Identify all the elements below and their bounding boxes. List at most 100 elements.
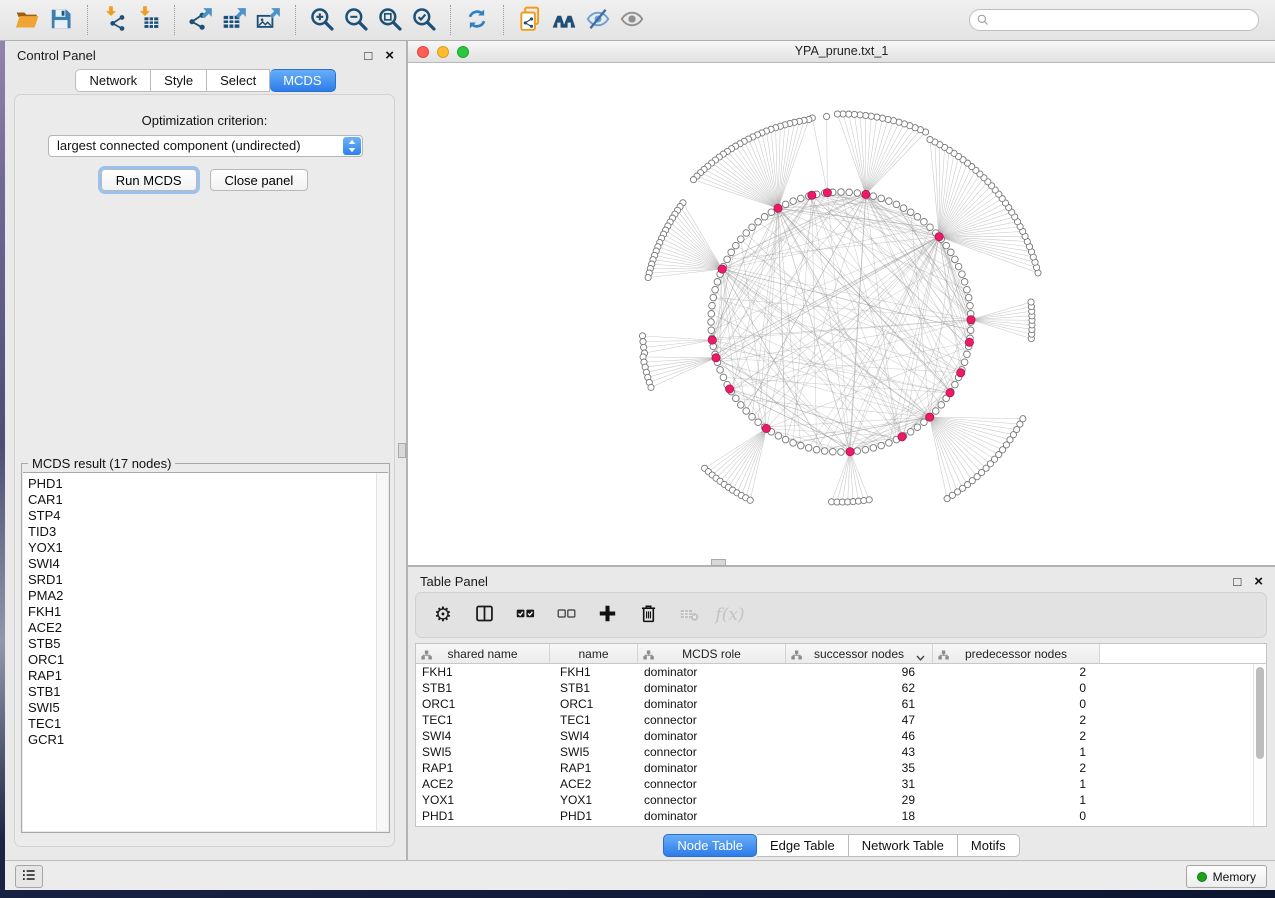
table-row[interactable]: RAP1RAP1dominator352 (416, 760, 1266, 776)
table-row[interactable]: ACE2ACE2connector311 (416, 776, 1266, 792)
table-tabs: Node TableEdge TableNetwork TableMotifs (408, 834, 1275, 857)
search-network-icon (551, 6, 577, 35)
tab-mcds[interactable]: MCDS (270, 69, 335, 92)
mcds-result-item[interactable]: ACE2 (23, 620, 388, 636)
table-settings-button[interactable]: ⚙ (432, 604, 454, 626)
task-history-button[interactable] (15, 865, 43, 888)
show-columns-icon (474, 603, 495, 627)
table-cell: 1 (933, 792, 1100, 808)
table-scrollbar[interactable] (1253, 664, 1266, 826)
column-header-successor-nodes[interactable]: successor nodes (786, 644, 933, 663)
export-network-button[interactable] (184, 3, 218, 37)
table-cell: SWI5 (416, 744, 550, 760)
criterion-select[interactable]: largest connected component (undirected) (48, 135, 363, 157)
tab-motifs[interactable]: Motifs (958, 834, 1020, 857)
tab-style[interactable]: Style (151, 69, 207, 92)
column-header-name[interactable]: name (550, 644, 638, 663)
close-panel-icon[interactable]: × (385, 48, 394, 63)
table-cell: 1 (933, 744, 1100, 760)
network-window-titlebar[interactable]: YPA_prune.txt_1 (408, 41, 1275, 63)
table-row[interactable]: SWI4SWI4dominator462 (416, 728, 1266, 744)
mcds-result-item[interactable]: SRD1 (23, 572, 388, 588)
add-row-button[interactable] (596, 604, 618, 626)
float-table-panel-icon[interactable]: □ (1233, 575, 1241, 588)
float-panel-icon[interactable]: □ (364, 49, 372, 62)
network-window-title: YPA_prune.txt_1 (408, 41, 1275, 62)
network-canvas[interactable] (408, 63, 1275, 565)
table-row[interactable]: TEC1TEC1connector472 (416, 712, 1266, 728)
search-input[interactable] (969, 9, 1259, 31)
mcds-result-item[interactable]: YOX1 (23, 540, 388, 556)
mcds-result-item[interactable]: STP4 (23, 508, 388, 524)
run-mcds-button[interactable]: Run MCDS (101, 169, 197, 191)
zoom-in-button[interactable] (305, 3, 339, 37)
table-cell: 0 (933, 808, 1100, 824)
memory-button[interactable]: Memory (1186, 865, 1267, 888)
hide-selected-button[interactable] (581, 3, 615, 37)
mcds-result-item[interactable]: PHD1 (23, 476, 388, 492)
mcds-result-item[interactable]: SWI4 (23, 556, 388, 572)
tab-edge-table[interactable]: Edge Table (757, 834, 849, 857)
show-all-button[interactable] (615, 3, 649, 37)
zoom-fit-button[interactable] (373, 3, 407, 37)
table-scrollbar-thumb[interactable] (1256, 667, 1264, 759)
column-header-shared-name[interactable]: shared name (416, 644, 550, 663)
delete-rows-button[interactable] (637, 604, 659, 626)
window-close-icon[interactable] (417, 46, 429, 58)
column-header-MCDS-role[interactable]: MCDS role (638, 644, 786, 663)
table-row[interactable]: SWI5SWI5connector431 (416, 744, 1266, 760)
column-header-predecessor-nodes[interactable]: predecessor nodes (933, 644, 1100, 663)
window-minimize-icon[interactable] (437, 46, 449, 58)
mcds-result-item[interactable]: STB5 (23, 636, 388, 652)
memory-label: Memory (1213, 870, 1256, 884)
close-panel-button[interactable]: Close panel (210, 169, 309, 191)
refresh-view-button[interactable] (460, 3, 494, 37)
mcds-result-item[interactable]: STB1 (23, 684, 388, 700)
table-cell: 31 (786, 776, 933, 792)
table-row[interactable]: YOX1YOX1connector291 (416, 792, 1266, 808)
mcds-result-item[interactable]: RAP1 (23, 668, 388, 684)
table-row[interactable]: PHD1PHD1dominator180 (416, 808, 1266, 824)
horizontal-splitter-handle[interactable] (711, 559, 726, 566)
network-graph[interactable] (408, 63, 1275, 565)
mcds-result-item[interactable]: PMA2 (23, 588, 388, 604)
window-maximize-icon[interactable] (457, 46, 469, 58)
mcds-result-item[interactable]: GCR1 (23, 732, 388, 748)
search-box (969, 9, 1259, 31)
deselect-all-button[interactable] (555, 604, 577, 626)
table-row[interactable]: ORC1ORC1dominator610 (416, 696, 1266, 712)
mcds-result-item[interactable]: FKH1 (23, 604, 388, 620)
table-row[interactable]: STB1STB1dominator620 (416, 680, 1266, 696)
zoom-out-button[interactable] (339, 3, 373, 37)
table-cell: dominator (638, 696, 786, 712)
mcds-result-item[interactable]: TEC1 (23, 716, 388, 732)
mcds-result-item[interactable]: ORC1 (23, 652, 388, 668)
table-cell: 18 (786, 808, 933, 824)
mcds-result-item[interactable]: TID3 (23, 524, 388, 540)
mcds-result-item[interactable]: SWI5 (23, 700, 388, 716)
vertical-splitter-handle[interactable] (398, 443, 406, 458)
zoom-selected-button[interactable] (407, 3, 441, 37)
tab-select[interactable]: Select (207, 69, 270, 92)
import-table-button[interactable] (131, 3, 165, 37)
close-table-panel-icon[interactable]: × (1254, 574, 1263, 589)
mcds-result-list[interactable]: PHD1CAR1STP4TID3YOX1SWI4SRD1PMA2FKH1ACE2… (23, 472, 388, 831)
select-stepper-icon (343, 137, 361, 155)
share-document-button[interactable] (513, 3, 547, 37)
tab-network-table[interactable]: Network Table (849, 834, 958, 857)
import-network-button[interactable] (97, 3, 131, 37)
search-network-button[interactable] (547, 3, 581, 37)
tab-network[interactable]: Network (75, 69, 151, 92)
mcds-result-item[interactable]: CAR1 (23, 492, 388, 508)
mcds-list-scrollbar[interactable] (376, 473, 388, 831)
zoom-out-icon (343, 6, 369, 35)
export-table-button[interactable] (218, 3, 252, 37)
tab-node-table[interactable]: Node Table (663, 834, 757, 857)
export-image-button[interactable] (252, 3, 286, 37)
show-columns-button[interactable] (473, 604, 495, 626)
select-all-button[interactable] (514, 604, 536, 626)
save-session-button[interactable] (44, 3, 78, 37)
table-row[interactable]: FKH1FKH1dominator962 (416, 664, 1266, 680)
open-file-button[interactable] (10, 3, 44, 37)
table-cell: 2 (933, 760, 1100, 776)
